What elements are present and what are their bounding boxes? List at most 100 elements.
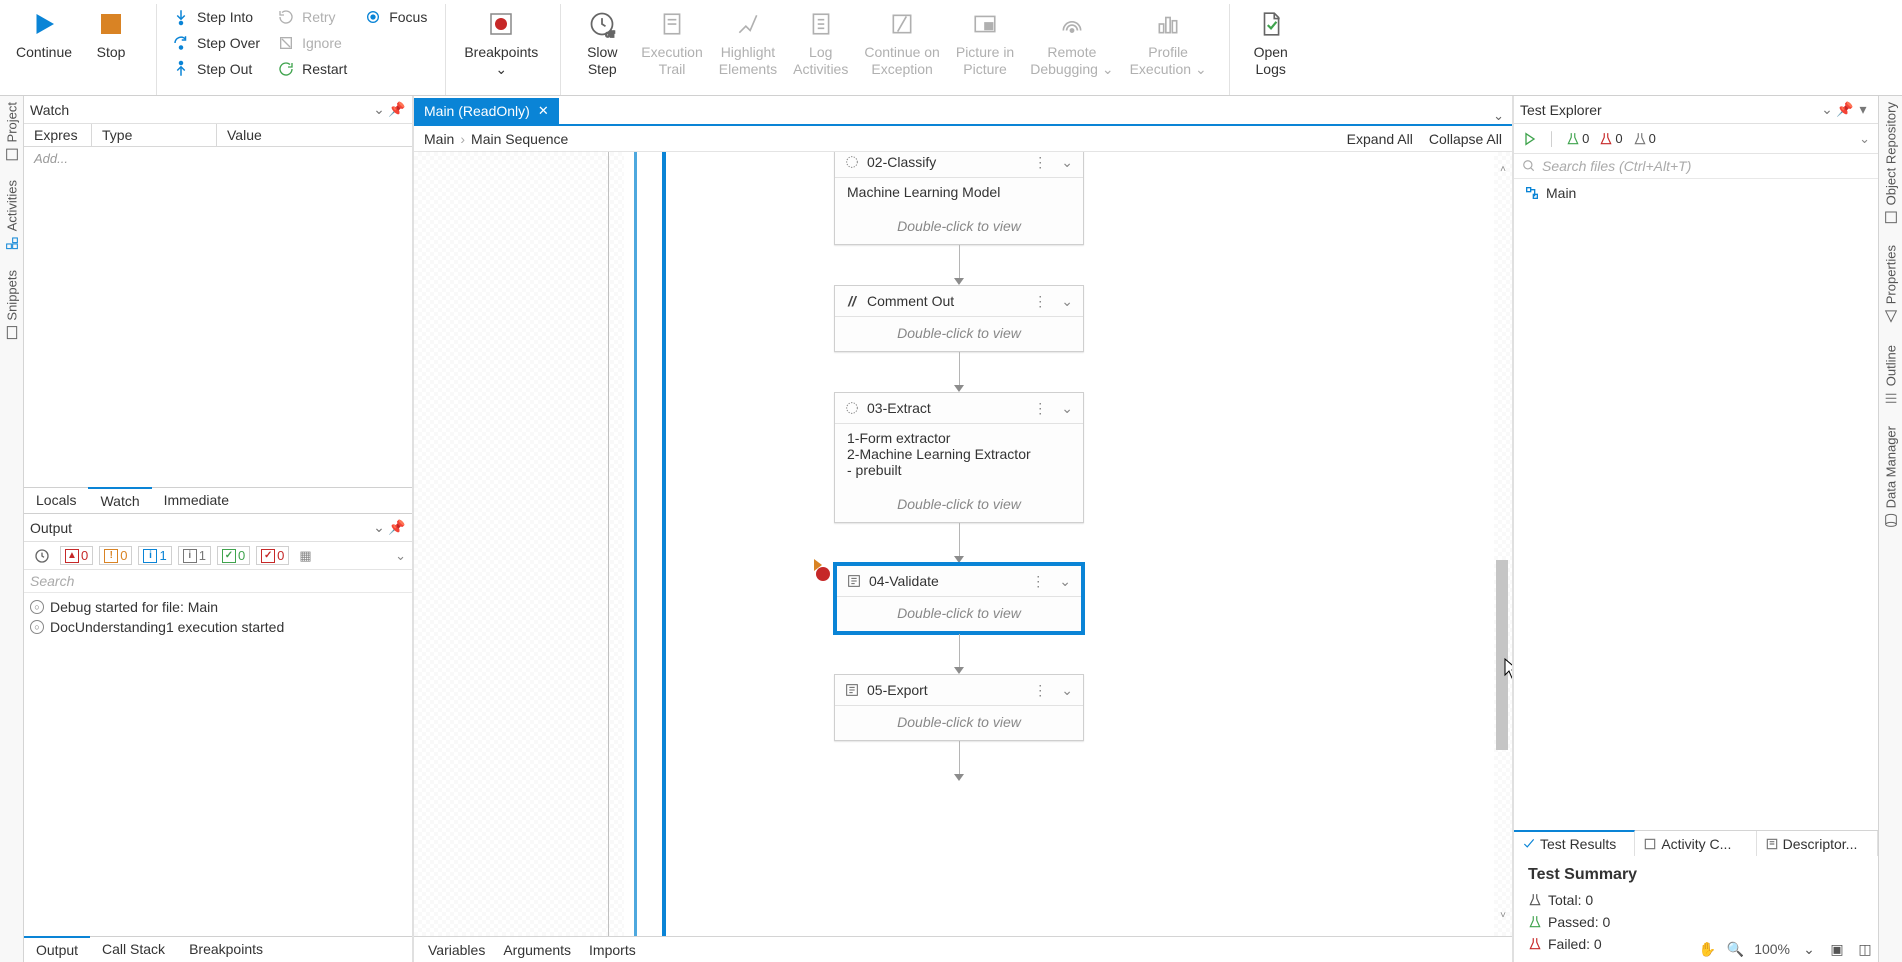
activity-comment-out[interactable]: // Comment Out ⋮ ⌄ Double-click to view [834, 285, 1084, 352]
activity-collapse-icon[interactable]: ⌄ [1059, 682, 1075, 699]
tab-output[interactable]: Output [24, 936, 90, 962]
profile-execution-dropdown[interactable]: Profile Execution ⌄ [1122, 4, 1215, 82]
step-out-button[interactable]: Step Out [167, 58, 264, 80]
document-tab-main[interactable]: Main (ReadOnly) ✕ [414, 98, 559, 124]
activity-02-classify[interactable]: 02-Classify ⋮ ⌄ Machine Learning Model D… [834, 152, 1084, 245]
execution-trail-button[interactable]: Execution Trail [633, 4, 710, 82]
activity-menu-icon[interactable]: ⋮ [1031, 154, 1049, 171]
open-logs-button[interactable]: Open Logs [1240, 4, 1302, 82]
highlight-elements-button[interactable]: Highlight Elements [711, 4, 785, 82]
zoom-icon[interactable]: 🔍 [1726, 940, 1744, 958]
scroll-up-icon[interactable]: ˄ [1496, 164, 1510, 178]
breakpoint-marker[interactable] [816, 567, 830, 581]
failed-counter[interactable]: 0 [1599, 131, 1622, 146]
activity-menu-icon[interactable]: ⋮ [1031, 682, 1049, 699]
expand-all-button[interactable]: Expand All [1347, 131, 1413, 147]
right-rail-outline[interactable]: Outline [1883, 345, 1899, 406]
te-options-chevron[interactable]: ⌄ [1818, 101, 1836, 119]
tab-arguments[interactable]: Arguments [503, 942, 571, 958]
left-rail-project[interactable]: Project [4, 102, 20, 162]
left-rail-activities[interactable]: Activities [4, 180, 20, 251]
step-into-button[interactable]: Step Into [167, 6, 264, 28]
retry-button[interactable]: Retry [272, 6, 351, 28]
filter-time-icon[interactable] [30, 547, 54, 565]
activity-04-validate[interactable]: 04-Validate ⋮ ⌄ Double-click to view [834, 563, 1084, 634]
activity-collapse-icon[interactable]: ⌄ [1059, 400, 1075, 417]
output-row[interactable]: ○DocUnderstanding1 execution started [30, 617, 406, 637]
focus-button[interactable]: Focus [359, 6, 431, 28]
zoom-value[interactable]: 100% [1754, 941, 1790, 957]
test-explorer-search[interactable]: Search files (Ctrl+Alt+T) [1514, 154, 1878, 179]
filter-info-blue[interactable]: i1 [138, 546, 171, 565]
notrun-counter[interactable]: 0 [1633, 131, 1656, 146]
watch-add-row[interactable]: Add... [24, 147, 412, 487]
log-activities-button[interactable]: Log Activities [785, 4, 856, 82]
stop-icon [95, 8, 127, 40]
right-rail-data-manager[interactable]: Data Manager [1883, 426, 1899, 528]
tab-locals[interactable]: Locals [24, 488, 88, 513]
activity-03-extract[interactable]: 03-Extract ⋮ ⌄ 1-Form extractor 2-Machin… [834, 392, 1084, 523]
left-rail-snippets[interactable]: Snippets [4, 270, 20, 341]
te-more-icon[interactable]: ▾ [1854, 101, 1872, 119]
remote-debugging-dropdown[interactable]: Remote Debugging ⌄ [1022, 4, 1121, 82]
continue-on-exception-button[interactable]: Continue on Exception [856, 4, 948, 82]
classify-icon [843, 153, 861, 171]
passed-counter[interactable]: 0 [1566, 131, 1589, 146]
close-tab-icon[interactable]: ✕ [538, 103, 549, 119]
pip-button[interactable]: Picture in Picture [948, 4, 1022, 82]
tab-watch[interactable]: Watch [88, 487, 151, 513]
ignore-button[interactable]: Ignore [272, 32, 351, 54]
scroll-down-icon[interactable]: ˅ [1496, 910, 1510, 924]
breakpoints-dropdown[interactable]: Breakpoints⌄ [456, 4, 546, 82]
test-tree-item-main[interactable]: Main [1524, 185, 1868, 201]
tab-imports[interactable]: Imports [589, 942, 636, 958]
filter-error[interactable]: ▲0 [60, 546, 93, 565]
tab-callstack[interactable]: Call Stack [90, 937, 177, 962]
step-over-button[interactable]: Step Over [167, 32, 264, 54]
fit-to-screen-icon[interactable]: ▣ [1828, 940, 1846, 958]
activity-menu-icon[interactable]: ⋮ [1031, 293, 1049, 310]
filter-ok[interactable]: ✓0 [217, 546, 250, 565]
filter-x[interactable]: ✓0 [256, 546, 289, 565]
activity-collapse-icon[interactable]: ⌄ [1057, 573, 1073, 590]
collapse-all-button[interactable]: Collapse All [1429, 131, 1502, 147]
te-pin-icon[interactable]: 📌 [1836, 101, 1854, 119]
tab-list-dropdown[interactable]: ⌄ [1485, 108, 1512, 124]
slow-step-button[interactable]: off Slow Step [571, 4, 633, 82]
overview-icon[interactable]: ◫ [1856, 940, 1874, 958]
output-search-input[interactable]: Search [24, 570, 412, 593]
filter-warn[interactable]: !0 [99, 546, 132, 565]
breadcrumb-seq[interactable]: Main Sequence [471, 131, 568, 147]
tab-test-results[interactable]: Test Results [1514, 830, 1635, 856]
right-rail-properties[interactable]: Properties [1883, 245, 1899, 324]
watch-options-chevron[interactable]: ⌄ [370, 101, 388, 119]
filter-info-gray[interactable]: i1 [178, 546, 211, 565]
activity-05-export[interactable]: 05-Export ⋮ ⌄ Double-click to view [834, 674, 1084, 741]
tab-descriptor[interactable]: Descriptor... [1757, 831, 1878, 856]
pan-icon[interactable]: ✋ [1698, 940, 1716, 958]
tab-variables[interactable]: Variables [428, 942, 485, 958]
continue-button[interactable]: Continue [8, 4, 80, 65]
tab-immediate[interactable]: Immediate [152, 488, 241, 513]
tab-breakpoints[interactable]: Breakpoints [177, 937, 275, 962]
filter-erase-icon[interactable]: ▦ [295, 547, 315, 565]
output-pin-icon[interactable]: 📌 [388, 519, 406, 537]
info-icon: ○ [30, 620, 44, 634]
te-toolbar-dropdown[interactable]: ⌄ [1859, 131, 1870, 147]
breadcrumb-root[interactable]: Main [424, 131, 454, 147]
restart-button[interactable]: Restart [272, 58, 351, 80]
run-all-icon[interactable] [1522, 131, 1538, 147]
activity-menu-icon[interactable]: ⋮ [1029, 573, 1047, 590]
activity-collapse-icon[interactable]: ⌄ [1059, 154, 1075, 171]
activity-menu-icon[interactable]: ⋮ [1031, 400, 1049, 417]
stop-button[interactable]: Stop [80, 4, 142, 65]
output-row[interactable]: ○Debug started for file: Main [30, 597, 406, 617]
tab-activity-coverage[interactable]: Activity C... [1635, 831, 1756, 856]
output-more-dropdown[interactable]: ⌄ [395, 548, 406, 564]
zoom-dropdown[interactable]: ⌄ [1800, 940, 1818, 958]
right-rail-object-repo[interactable]: Object Repository [1883, 102, 1899, 225]
canvas-scrollbar[interactable]: ˄ ˅ [1496, 164, 1510, 924]
output-options-chevron[interactable]: ⌄ [370, 519, 388, 537]
activity-collapse-icon[interactable]: ⌄ [1059, 293, 1075, 310]
watch-pin-icon[interactable]: 📌 [388, 101, 406, 119]
